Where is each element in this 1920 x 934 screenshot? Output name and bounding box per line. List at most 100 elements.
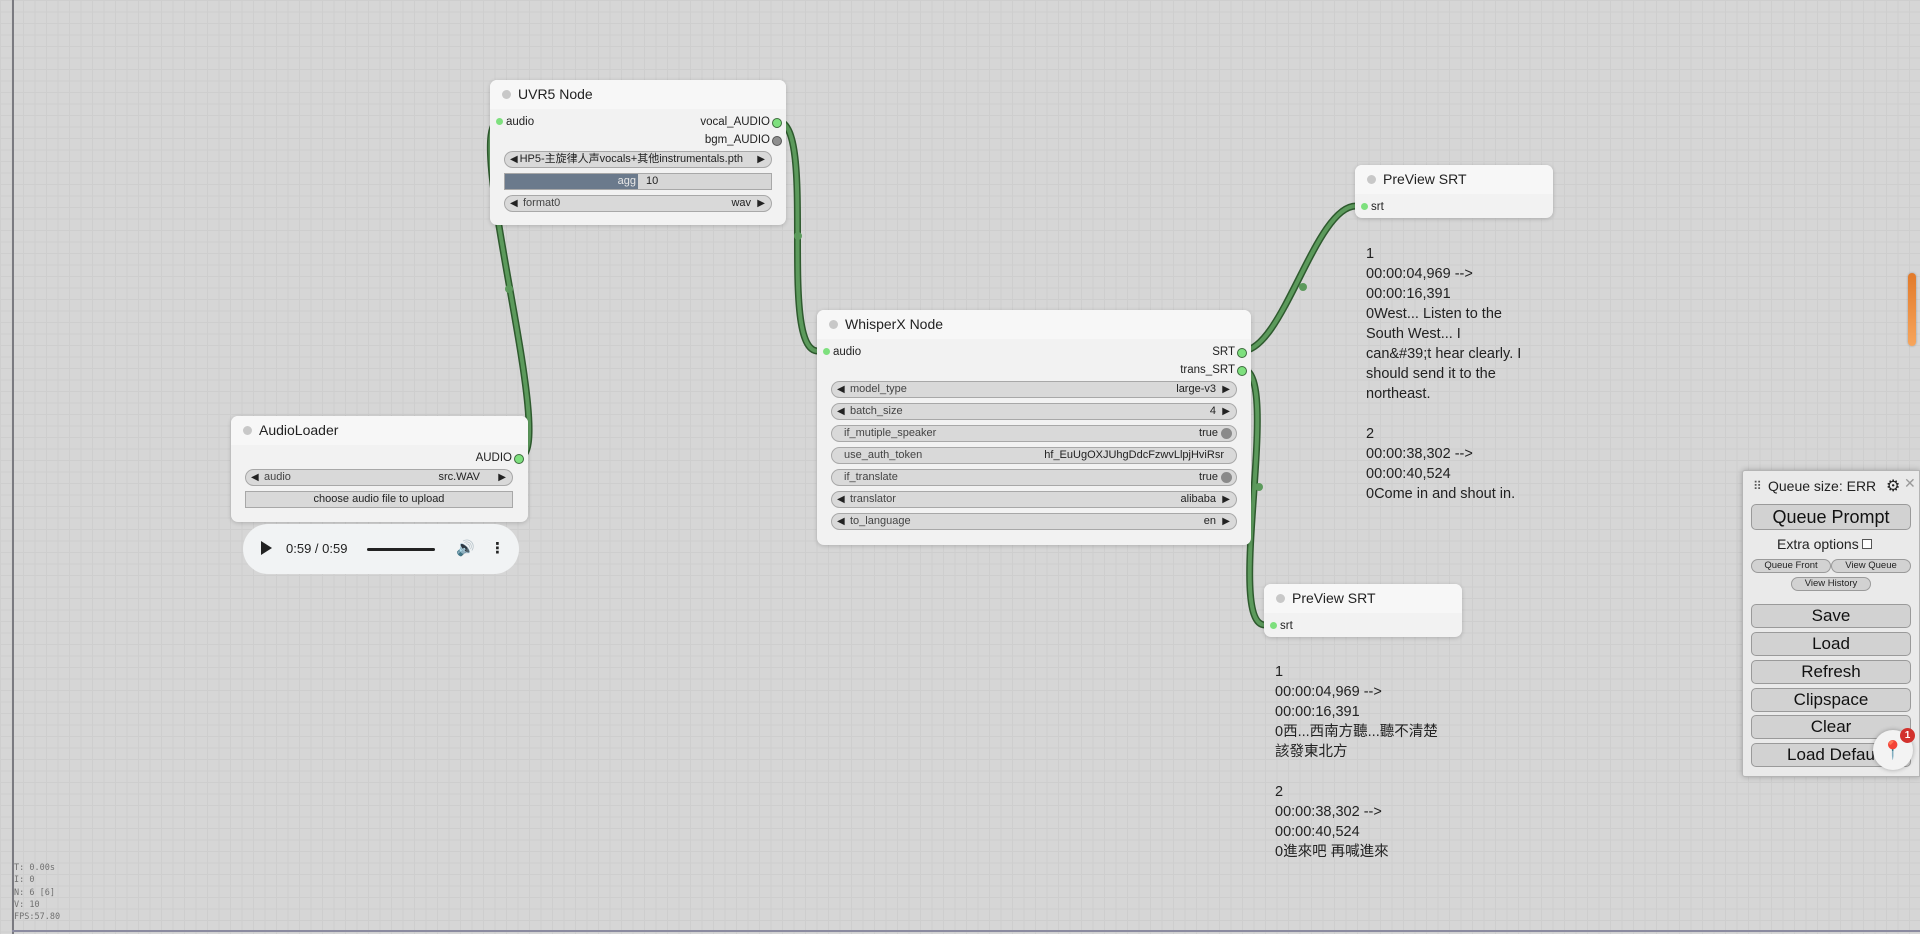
collapse-dot-icon[interactable] xyxy=(502,90,511,99)
refresh-button[interactable]: Refresh xyxy=(1751,660,1911,684)
output-slot-bgm-audio[interactable]: bgm_AUDIO xyxy=(705,133,783,147)
volume-icon[interactable]: 🔊 xyxy=(456,539,475,557)
widget-value: alibaba xyxy=(1180,493,1216,505)
save-button[interactable]: Save xyxy=(1751,604,1911,628)
collapse-dot-icon[interactable] xyxy=(829,320,838,329)
input-slot-audio[interactable]: audio xyxy=(496,115,534,129)
audio-player[interactable]: 0:59 / 0:59 🔊 ⋮ xyxy=(243,524,519,574)
node-title-bar[interactable]: AudioLoader xyxy=(231,416,528,445)
collapse-dot-icon[interactable] xyxy=(243,426,252,435)
widget-label: if_translate xyxy=(844,471,898,483)
extra-options-toggle[interactable]: Extra options xyxy=(1777,536,1872,552)
arrow-right-icon[interactable]: ▶ xyxy=(1222,514,1230,529)
arrow-right-icon[interactable]: ▶ xyxy=(757,196,765,211)
batch-size-widget[interactable]: ◀ batch_size 4 ▶ xyxy=(831,403,1237,420)
upload-button[interactable]: choose audio file to upload xyxy=(245,491,513,508)
arrow-right-icon[interactable]: ▶ xyxy=(498,470,506,485)
gear-icon[interactable]: ⚙ xyxy=(1886,476,1900,496)
view-history-button[interactable]: View History xyxy=(1791,577,1871,591)
output-slot-srt[interactable]: SRT xyxy=(1212,345,1247,359)
arrow-left-icon[interactable]: ◀ xyxy=(510,152,518,167)
link-whisperx-preview1 xyxy=(1238,202,1360,355)
agg-slider-widget[interactable]: agg 10 xyxy=(504,173,772,190)
clipspace-button[interactable]: Clipspace xyxy=(1751,688,1911,712)
extra-options-checkbox[interactable] xyxy=(1861,539,1872,549)
arrow-right-icon[interactable]: ▶ xyxy=(1222,382,1230,397)
more-options-icon[interactable]: ⋮ xyxy=(490,539,505,557)
arrow-right-icon[interactable]: ▶ xyxy=(1222,492,1230,507)
translate-toggle[interactable]: if_translate true xyxy=(831,469,1237,486)
arrow-left-icon[interactable]: ◀ xyxy=(837,514,845,529)
whisperx-node[interactable]: WhisperX Node audio SRT trans_SRT ◀ mode… xyxy=(817,310,1251,545)
seek-bar[interactable] xyxy=(367,548,435,551)
toggle-knob xyxy=(1221,472,1232,483)
widget-value: src.WAV xyxy=(438,471,480,483)
input-slot-srt[interactable]: srt xyxy=(1361,200,1384,214)
widget-label: if_mutiple_speaker xyxy=(844,427,937,439)
input-slot-srt[interactable]: srt xyxy=(1270,619,1293,633)
widget-value: 10 xyxy=(646,175,659,187)
pin-icon: 📍 xyxy=(1881,740,1905,760)
arrow-left-icon[interactable]: ◀ xyxy=(837,404,845,419)
arrow-right-icon[interactable]: ▶ xyxy=(1222,404,1230,419)
widget-value: wav xyxy=(731,197,751,209)
node-title-bar[interactable]: UVR5 Node xyxy=(490,80,786,109)
queue-prompt-button[interactable]: Queue Prompt xyxy=(1751,504,1911,530)
node-title: WhisperX Node xyxy=(845,316,944,332)
widget-value: HP5-主旋律人声vocals+其他instrumentals.pth xyxy=(519,153,743,165)
preview-srt-node-1[interactable]: PreView SRT srt xyxy=(1355,165,1553,218)
widget-label: use_auth_token xyxy=(844,449,923,461)
view-queue-button[interactable]: View Queue xyxy=(1831,559,1911,573)
srt-preview-text-chinese: 1 00:00:04,969 --> 00:00:16,391 0西...西南方… xyxy=(1275,664,1438,860)
notification-badge: 1 xyxy=(1900,728,1915,743)
queue-front-button[interactable]: Queue Front xyxy=(1751,559,1831,573)
close-icon[interactable]: ✕ xyxy=(1904,475,1916,492)
render-stats: T: 0.00s I: 0 N: 6 [6] V: 10 FPS:57.80 xyxy=(14,863,61,923)
widget-value: true xyxy=(1199,427,1218,439)
side-scroll-handle[interactable] xyxy=(1908,273,1916,346)
node-title-bar[interactable]: PreView SRT xyxy=(1264,584,1462,613)
to-language-widget[interactable]: ◀ to_language en ▶ xyxy=(831,513,1237,530)
multiple-speaker-toggle[interactable]: if_mutiple_speaker true xyxy=(831,425,1237,442)
output-slot-audio[interactable]: AUDIO xyxy=(476,451,525,465)
output-slot-vocal-audio[interactable]: vocal_AUDIO xyxy=(700,115,782,129)
canvas-left-border xyxy=(12,0,14,934)
arrow-left-icon[interactable]: ◀ xyxy=(251,470,259,485)
player-time: 0:59 / 0:59 xyxy=(286,541,348,556)
widget-label: translator xyxy=(850,493,896,505)
arrow-left-icon[interactable]: ◀ xyxy=(510,196,518,211)
uvr5-node[interactable]: UVR5 Node audio vocal_AUDIO bgm_AUDIO ◀ … xyxy=(490,80,786,225)
node-title-bar[interactable]: WhisperX Node xyxy=(817,310,1251,339)
model-combo-widget[interactable]: ◀ HP5-主旋律人声vocals+其他instrumentals.pth ▶ xyxy=(504,151,772,168)
node-title: PreView SRT xyxy=(1383,171,1467,187)
extra-options-label: Extra options xyxy=(1777,536,1859,552)
preview-srt-node-2[interactable]: PreView SRT srt xyxy=(1264,584,1462,637)
auth-token-field[interactable]: use_auth_token hf_EuUgOXJUhgDdcFzwvLlpjH… xyxy=(831,447,1237,464)
widget-value: 4 xyxy=(1209,405,1216,417)
arrow-left-icon[interactable]: ◀ xyxy=(837,382,845,397)
node-title-bar[interactable]: PreView SRT xyxy=(1355,165,1553,194)
link-midpoint xyxy=(794,232,802,240)
node-title: PreView SRT xyxy=(1292,590,1376,606)
audio-loader-node[interactable]: AudioLoader AUDIO ◀ audio src.WAV ▶ choo… xyxy=(231,416,528,522)
srt-preview-text-english: 1 00:00:04,969 --> 00:00:16,391 0West...… xyxy=(1366,246,1522,502)
input-slot-audio[interactable]: audio xyxy=(823,345,861,359)
collapse-dot-icon[interactable] xyxy=(1276,594,1285,603)
toggle-knob xyxy=(1221,428,1232,439)
arrow-right-icon[interactable]: ▶ xyxy=(757,152,765,167)
audio-combo-widget[interactable]: ◀ audio src.WAV ▶ xyxy=(245,469,513,486)
widget-value: hf_EuUgOXJUhgDdcFzwvLlpjHviRsr xyxy=(1044,449,1224,461)
output-slot-trans-srt[interactable]: trans_SRT xyxy=(1180,363,1247,377)
drag-handle-icon[interactable]: ⠿ xyxy=(1753,479,1762,493)
widget-label: audio xyxy=(264,471,291,483)
arrow-left-icon[interactable]: ◀ xyxy=(837,492,845,507)
play-icon[interactable] xyxy=(261,541,272,555)
load-button[interactable]: Load xyxy=(1751,632,1911,656)
format-combo-widget[interactable]: ◀ format0 wav ▶ xyxy=(504,195,772,212)
node-title: UVR5 Node xyxy=(518,86,593,102)
translator-widget[interactable]: ◀ translator alibaba ▶ xyxy=(831,491,1237,508)
floating-assistant-button[interactable]: 📍 1 xyxy=(1873,728,1915,770)
collapse-dot-icon[interactable] xyxy=(1367,175,1376,184)
model-type-widget[interactable]: ◀ model_type large-v3 ▶ xyxy=(831,381,1237,398)
widget-label: batch_size xyxy=(850,405,903,417)
